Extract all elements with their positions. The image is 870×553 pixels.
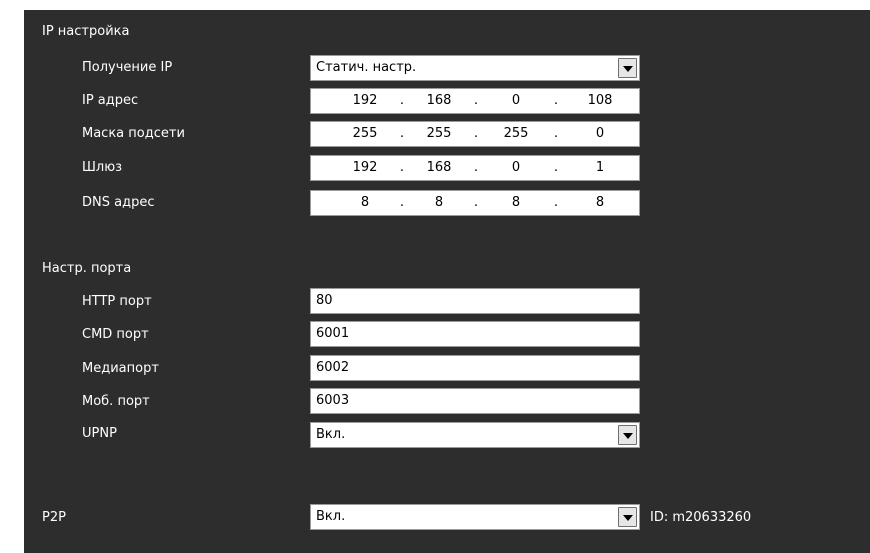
ip-separator: . xyxy=(473,195,479,210)
http-port-label: HTTP порт xyxy=(82,294,152,309)
dns-octet-4[interactable]: 8 xyxy=(575,195,625,211)
mobile-port-input[interactable]: 6003 xyxy=(310,388,640,414)
ip-separator: . xyxy=(399,93,405,108)
gateway-octet-4[interactable]: 1 xyxy=(575,160,625,176)
ip-section-title: IP настройка xyxy=(42,24,130,39)
chevron-down-icon[interactable] xyxy=(618,507,637,527)
ip-separator: . xyxy=(473,126,479,141)
mask-octet-3[interactable]: 255 xyxy=(491,126,541,142)
ip-separator: . xyxy=(473,93,479,108)
chevron-down-icon[interactable] xyxy=(618,58,637,78)
upnp-value: Вкл. xyxy=(316,427,346,442)
ip-separator: . xyxy=(553,93,559,108)
cmd-port-label: CMD порт xyxy=(82,327,149,342)
ip-separator: . xyxy=(399,195,405,210)
gateway-octet-3[interactable]: 0 xyxy=(491,160,541,176)
network-settings-panel: IP настройка Получение IP Статич. настр.… xyxy=(24,10,870,553)
mobile-port-label: Моб. порт xyxy=(82,394,150,409)
dns-label: DNS адрес xyxy=(82,195,155,210)
dns-field[interactable]: 8 . 8 . 8 . 8 xyxy=(310,190,640,216)
obtain-ip-select[interactable]: Статич. настр. xyxy=(310,55,640,81)
ip-separator: . xyxy=(553,126,559,141)
dns-octet-2[interactable]: 8 xyxy=(414,195,464,211)
gateway-label: Шлюз xyxy=(82,160,123,175)
p2p-device-id: ID: m20633260 xyxy=(650,510,752,525)
ip-separator: . xyxy=(553,160,559,175)
dns-octet-1[interactable]: 8 xyxy=(340,195,390,211)
ip-octet-2[interactable]: 168 xyxy=(414,93,464,109)
mask-octet-2[interactable]: 255 xyxy=(414,126,464,142)
dns-octet-3[interactable]: 8 xyxy=(491,195,541,211)
ip-separator: . xyxy=(399,126,405,141)
media-port-input[interactable]: 6002 xyxy=(310,355,640,381)
p2p-select[interactable]: Вкл. xyxy=(310,504,640,530)
chevron-down-icon[interactable] xyxy=(618,425,637,445)
gateway-octet-1[interactable]: 192 xyxy=(340,160,390,176)
http-port-value: 80 xyxy=(316,293,333,308)
gateway-field[interactable]: 192 . 168 . 0 . 1 xyxy=(310,155,640,181)
ip-octet-4[interactable]: 108 xyxy=(575,93,625,109)
upnp-label: UPNP xyxy=(82,426,117,441)
ip-address-label: IP адрес xyxy=(82,93,139,108)
p2p-label: P2P xyxy=(42,510,66,525)
subnet-mask-label: Маска подсети xyxy=(82,126,185,141)
ip-octet-1[interactable]: 192 xyxy=(340,93,390,109)
media-port-label: Медиапорт xyxy=(82,361,159,376)
obtain-ip-value: Статич. настр. xyxy=(316,60,417,75)
ip-separator: . xyxy=(399,160,405,175)
obtain-ip-label: Получение IP xyxy=(82,60,173,75)
gateway-octet-2[interactable]: 168 xyxy=(414,160,464,176)
http-port-input[interactable]: 80 xyxy=(310,288,640,314)
p2p-value: Вкл. xyxy=(316,509,346,524)
ip-separator: . xyxy=(473,160,479,175)
subnet-mask-field[interactable]: 255 . 255 . 255 . 0 xyxy=(310,121,640,147)
cmd-port-value: 6001 xyxy=(316,326,350,341)
ip-address-field[interactable]: 192 . 168 . 0 . 108 xyxy=(310,88,640,114)
upnp-select[interactable]: Вкл. xyxy=(310,422,640,448)
mask-octet-4[interactable]: 0 xyxy=(575,126,625,142)
media-port-value: 6002 xyxy=(316,360,350,375)
ip-octet-3[interactable]: 0 xyxy=(491,93,541,109)
mobile-port-value: 6003 xyxy=(316,393,350,408)
mask-octet-1[interactable]: 255 xyxy=(340,126,390,142)
cmd-port-input[interactable]: 6001 xyxy=(310,321,640,347)
port-section-title: Настр. порта xyxy=(42,261,132,276)
ip-separator: . xyxy=(553,195,559,210)
